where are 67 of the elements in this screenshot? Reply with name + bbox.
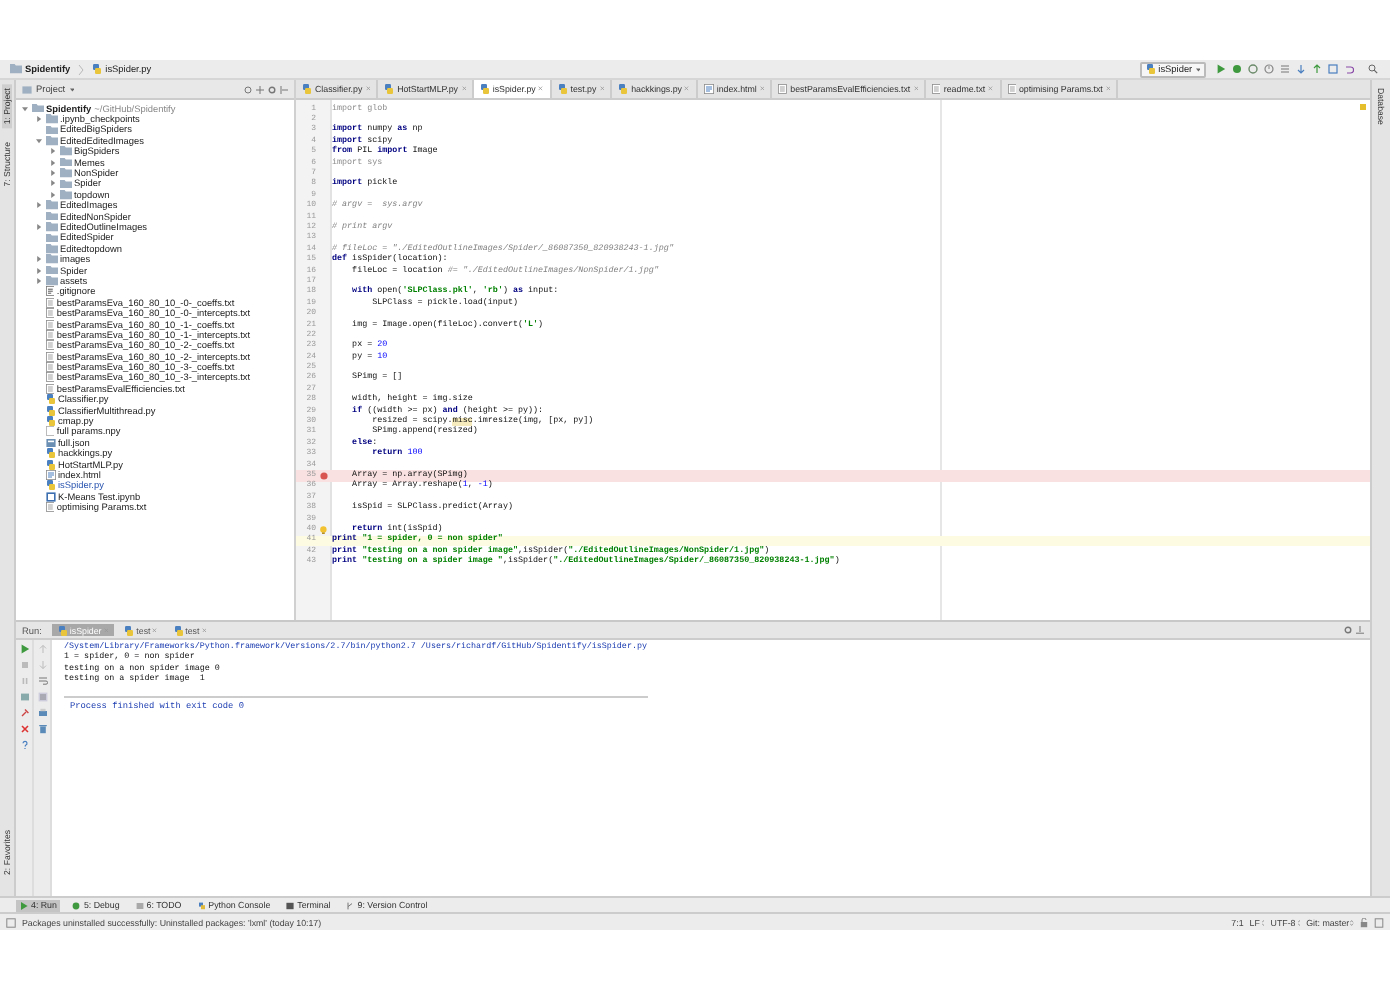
script-file-icon bbox=[479, 84, 490, 94]
search-icon[interactable] bbox=[1368, 64, 1378, 74]
ignore-file-icon bbox=[45, 286, 54, 297]
trash-icon[interactable] bbox=[37, 724, 47, 734]
bug-icon bbox=[72, 901, 81, 909]
expanded-arrow-icon[interactable] bbox=[22, 105, 28, 112]
play-icon[interactable] bbox=[19, 644, 29, 654]
project-icon bbox=[22, 85, 32, 93]
target-icon[interactable] bbox=[244, 85, 252, 93]
play-icon bbox=[20, 901, 28, 909]
script-file-icon bbox=[57, 625, 68, 635]
text-file-icon bbox=[932, 84, 941, 94]
breakpoint-icon[interactable] bbox=[320, 471, 328, 480]
text-file-icon bbox=[45, 502, 54, 513]
collapsed-arrow-icon[interactable] bbox=[50, 180, 56, 187]
stop-icon[interactable] bbox=[19, 660, 29, 670]
web-file-icon bbox=[703, 84, 714, 94]
close-icon[interactable] bbox=[19, 724, 29, 734]
script-file-icon bbox=[302, 84, 312, 94]
collapsed-arrow-icon[interactable] bbox=[36, 116, 42, 123]
script-file-icon bbox=[92, 64, 103, 74]
blank-file-icon bbox=[45, 426, 54, 437]
collapsed-arrow-icon[interactable] bbox=[36, 277, 42, 284]
settings-icon[interactable] bbox=[268, 85, 276, 93]
collapsed-arrow-icon[interactable] bbox=[36, 223, 42, 230]
collapsed-arrow-icon[interactable] bbox=[36, 256, 42, 263]
script-file-icon bbox=[557, 84, 568, 94]
collapsed-arrow-icon[interactable] bbox=[50, 191, 56, 198]
collapsed-arrow-icon[interactable] bbox=[36, 202, 42, 209]
collapsed-arrow-icon[interactable] bbox=[50, 170, 56, 177]
play-icon[interactable] bbox=[1216, 64, 1226, 74]
caret-icon[interactable] bbox=[69, 87, 74, 91]
notebook-file-icon bbox=[45, 491, 55, 502]
event-log-icon[interactable] bbox=[1374, 917, 1384, 927]
script-file-icon bbox=[124, 625, 135, 635]
script-file-icon bbox=[384, 84, 395, 94]
collapsed-arrow-icon[interactable] bbox=[36, 267, 42, 274]
script-file-icon bbox=[618, 84, 629, 94]
expanded-arrow-icon[interactable] bbox=[36, 137, 42, 144]
folder-icon bbox=[10, 64, 22, 74]
warning-marker[interactable] bbox=[1360, 104, 1366, 110]
wrap-icon[interactable] bbox=[37, 676, 47, 686]
collapse-icon[interactable] bbox=[256, 85, 264, 93]
panel-toggle-icon[interactable] bbox=[6, 917, 16, 927]
help-icon[interactable] bbox=[19, 740, 29, 750]
undo-icon[interactable] bbox=[1344, 64, 1354, 74]
text-file-icon bbox=[778, 84, 788, 94]
branch-icon bbox=[346, 901, 355, 909]
chevron-icon bbox=[78, 63, 85, 75]
collapsed-arrow-icon[interactable] bbox=[50, 159, 56, 166]
script-file-icon bbox=[173, 625, 184, 635]
pause-icon[interactable] bbox=[19, 676, 29, 686]
terminal-icon bbox=[286, 901, 295, 909]
commit-icon[interactable] bbox=[1312, 64, 1322, 74]
caret-icon bbox=[1195, 67, 1200, 71]
hide-icon[interactable] bbox=[1356, 626, 1364, 634]
lightbulb-icon[interactable] bbox=[320, 525, 328, 535]
script-file-icon bbox=[1145, 64, 1156, 74]
web-file-icon bbox=[45, 469, 55, 480]
data-file-icon bbox=[45, 437, 55, 448]
collapsed-arrow-icon[interactable] bbox=[50, 148, 56, 155]
settings-icon[interactable] bbox=[1344, 626, 1352, 634]
bug-icon[interactable] bbox=[1232, 64, 1242, 74]
hide-icon[interactable] bbox=[280, 85, 288, 93]
text-file-icon bbox=[1007, 84, 1016, 94]
update-icon[interactable] bbox=[1296, 64, 1306, 74]
lock-icon[interactable] bbox=[1360, 917, 1368, 927]
